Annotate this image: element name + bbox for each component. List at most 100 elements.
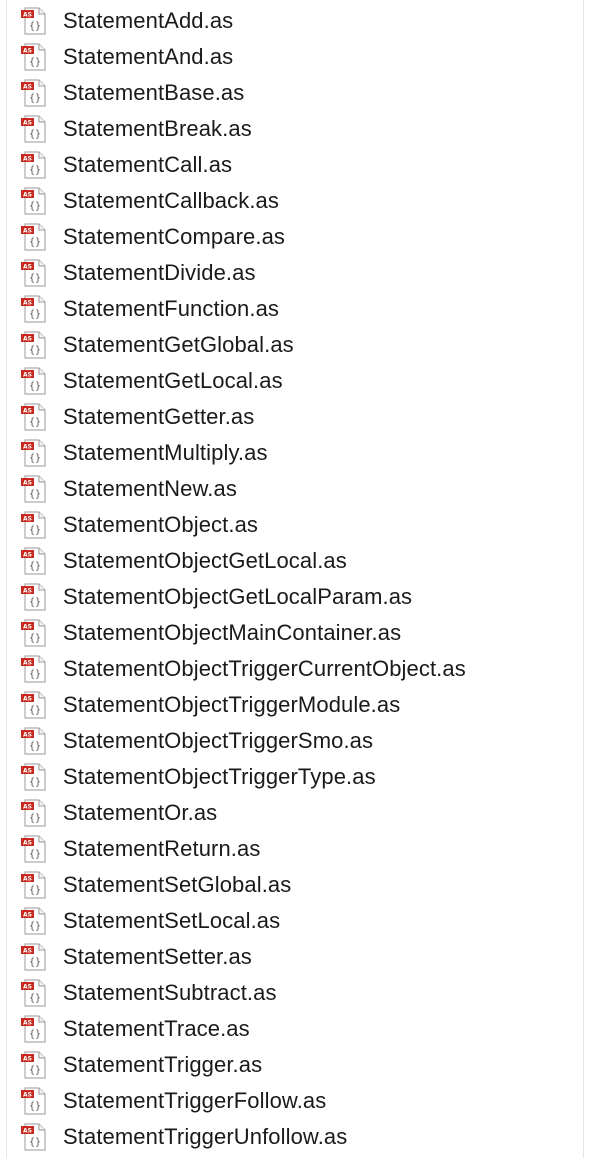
actionscript-file-icon: AS {} bbox=[21, 1051, 46, 1079]
file-name-label: StatementFunction.as bbox=[63, 296, 280, 321]
actionscript-file-icon: AS {} bbox=[21, 151, 46, 179]
file-name-label: StatementObjectTriggerModule.as bbox=[63, 692, 401, 717]
svg-text:AS: AS bbox=[23, 731, 32, 738]
svg-text:AS: AS bbox=[23, 587, 32, 594]
svg-text:AS: AS bbox=[23, 335, 32, 342]
svg-text:{}: {} bbox=[29, 237, 41, 248]
svg-text:{}: {} bbox=[29, 57, 41, 68]
actionscript-file-icon: AS {} bbox=[21, 475, 46, 503]
svg-text:AS: AS bbox=[23, 983, 32, 990]
svg-text:AS: AS bbox=[23, 227, 32, 234]
file-name-label: StatementMultiply.as bbox=[63, 440, 268, 465]
actionscript-file-icon: AS {} bbox=[21, 43, 46, 71]
svg-text:{}: {} bbox=[29, 165, 41, 176]
file-list-item[interactable]: AS {} StatementSetLocal.as bbox=[7, 902, 583, 938]
file-name-label: StatementObjectTriggerSmo.as bbox=[63, 728, 374, 753]
actionscript-file-icon: AS {} bbox=[21, 979, 46, 1007]
svg-text:{}: {} bbox=[29, 885, 41, 896]
file-name-label: StatementTrigger.as bbox=[63, 1052, 263, 1077]
svg-text:{}: {} bbox=[29, 669, 41, 680]
svg-text:{}: {} bbox=[29, 1065, 41, 1076]
svg-text:AS: AS bbox=[23, 47, 32, 54]
actionscript-file-icon: AS {} bbox=[21, 115, 46, 143]
svg-text:{}: {} bbox=[29, 921, 41, 932]
file-name-label: StatementGetter.as bbox=[63, 404, 255, 429]
file-name-label: StatementCallback.as bbox=[63, 188, 279, 213]
file-list-item[interactable]: AS {} StatementObject.as bbox=[7, 506, 583, 542]
file-list-item[interactable]: AS {} StatementObjectGetLocalParam.as bbox=[7, 578, 583, 614]
file-list-item[interactable]: AS {} StatementReturn.as bbox=[7, 830, 583, 866]
file-name-label: StatementGetGlobal.as bbox=[63, 332, 294, 357]
file-list-item[interactable]: AS {} StatementObjectTriggerCurrentObjec… bbox=[7, 650, 583, 686]
svg-text:{}: {} bbox=[29, 741, 41, 752]
file-list-item[interactable]: AS {} StatementSetter.as bbox=[7, 938, 583, 974]
file-list-item[interactable]: AS {} StatementTrigger.as bbox=[7, 1046, 583, 1082]
svg-text:{}: {} bbox=[29, 849, 41, 860]
file-name-label: StatementObjectGetLocal.as bbox=[63, 548, 347, 573]
svg-text:{}: {} bbox=[29, 381, 41, 392]
svg-text:AS: AS bbox=[23, 695, 32, 702]
file-list-item[interactable]: AS {} StatementCallback.as bbox=[7, 182, 583, 218]
svg-text:{}: {} bbox=[29, 705, 41, 716]
file-list-item[interactable]: AS {} StatementAdd.as bbox=[7, 2, 583, 38]
file-browser-panel: AS {} StatementAdd.as AS {} StatementAnd… bbox=[6, 0, 584, 1158]
actionscript-file-icon: AS {} bbox=[21, 871, 46, 899]
actionscript-file-icon: AS {} bbox=[21, 583, 46, 611]
svg-text:AS: AS bbox=[23, 803, 32, 810]
file-list-item[interactable]: AS {} StatementGetter.as bbox=[7, 398, 583, 434]
file-name-label: StatementObjectTriggerType.as bbox=[63, 764, 376, 789]
file-list-item[interactable]: AS {} StatementTriggerFollow.as bbox=[7, 1082, 583, 1118]
svg-text:AS: AS bbox=[23, 551, 32, 558]
actionscript-file-icon: AS {} bbox=[21, 727, 46, 755]
file-list-item[interactable]: AS {} StatementGetLocal.as bbox=[7, 362, 583, 398]
file-name-label: StatementObject.as bbox=[63, 512, 259, 537]
file-list-item[interactable]: AS {} StatementBase.as bbox=[7, 74, 583, 110]
svg-text:AS: AS bbox=[23, 299, 32, 306]
svg-text:{}: {} bbox=[29, 813, 41, 824]
file-name-label: StatementCall.as bbox=[63, 152, 233, 177]
file-list-item[interactable]: AS {} StatementSubtract.as bbox=[7, 974, 583, 1010]
file-list-item[interactable]: AS {} StatementCall.as bbox=[7, 146, 583, 182]
svg-text:{}: {} bbox=[29, 345, 41, 356]
actionscript-file-icon: AS {} bbox=[21, 907, 46, 935]
file-name-label: StatementBase.as bbox=[63, 80, 245, 105]
file-list-item[interactable]: AS {} StatementDivide.as bbox=[7, 254, 583, 290]
file-name-label: StatementSubtract.as bbox=[63, 980, 277, 1005]
actionscript-file-icon: AS {} bbox=[21, 1123, 46, 1151]
file-list-item[interactable]: AS {} StatementSetGlobal.as bbox=[7, 866, 583, 902]
svg-text:{}: {} bbox=[29, 21, 41, 32]
svg-text:{}: {} bbox=[29, 633, 41, 644]
file-name-label: StatementAnd.as bbox=[63, 44, 234, 69]
file-list-item[interactable]: AS {} StatementObjectTriggerType.as bbox=[7, 758, 583, 794]
file-list-item[interactable]: AS {} StatementNew.as bbox=[7, 470, 583, 506]
file-list-item[interactable]: AS {} StatementMultiply.as bbox=[7, 434, 583, 470]
actionscript-file-icon: AS {} bbox=[21, 259, 46, 287]
file-name-label: StatementSetGlobal.as bbox=[63, 872, 292, 897]
file-list-item[interactable]: AS {} StatementObjectTriggerSmo.as bbox=[7, 722, 583, 758]
svg-text:{}: {} bbox=[29, 993, 41, 1004]
file-list-item[interactable]: AS {} StatementObjectTriggerModule.as bbox=[7, 686, 583, 722]
svg-text:AS: AS bbox=[23, 479, 32, 486]
file-list-item[interactable]: AS {} StatementObjectGetLocal.as bbox=[7, 542, 583, 578]
file-list-item[interactable]: AS {} StatementBreak.as bbox=[7, 110, 583, 146]
file-list-item[interactable]: AS {} StatementTriggerUnfollow.as bbox=[7, 1118, 583, 1154]
file-list-item[interactable]: AS {} StatementAnd.as bbox=[7, 38, 583, 74]
file-name-label: StatementGetLocal.as bbox=[63, 368, 283, 393]
file-name-label: StatementOr.as bbox=[63, 800, 218, 825]
file-list-item[interactable]: AS {} StatementFunction.as bbox=[7, 290, 583, 326]
svg-text:{}: {} bbox=[29, 417, 41, 428]
file-list-item[interactable]: AS {} StatementCompare.as bbox=[7, 218, 583, 254]
svg-text:AS: AS bbox=[23, 1127, 32, 1134]
svg-text:{}: {} bbox=[29, 777, 41, 788]
actionscript-file-icon: AS {} bbox=[21, 367, 46, 395]
file-name-label: StatementTriggerFollow.as bbox=[63, 1088, 327, 1113]
file-list-item[interactable]: AS {} StatementObjectMainContainer.as bbox=[7, 614, 583, 650]
actionscript-file-icon: AS {} bbox=[21, 79, 46, 107]
file-list-item[interactable]: AS {} StatementGetGlobal.as bbox=[7, 326, 583, 362]
svg-text:{}: {} bbox=[29, 129, 41, 140]
svg-text:AS: AS bbox=[23, 155, 32, 162]
actionscript-file-icon: AS {} bbox=[21, 943, 46, 971]
file-name-label: StatementNew.as bbox=[63, 476, 237, 501]
file-list-item[interactable]: AS {} StatementTrace.as bbox=[7, 1010, 583, 1046]
file-list-item[interactable]: AS {} StatementOr.as bbox=[7, 794, 583, 830]
